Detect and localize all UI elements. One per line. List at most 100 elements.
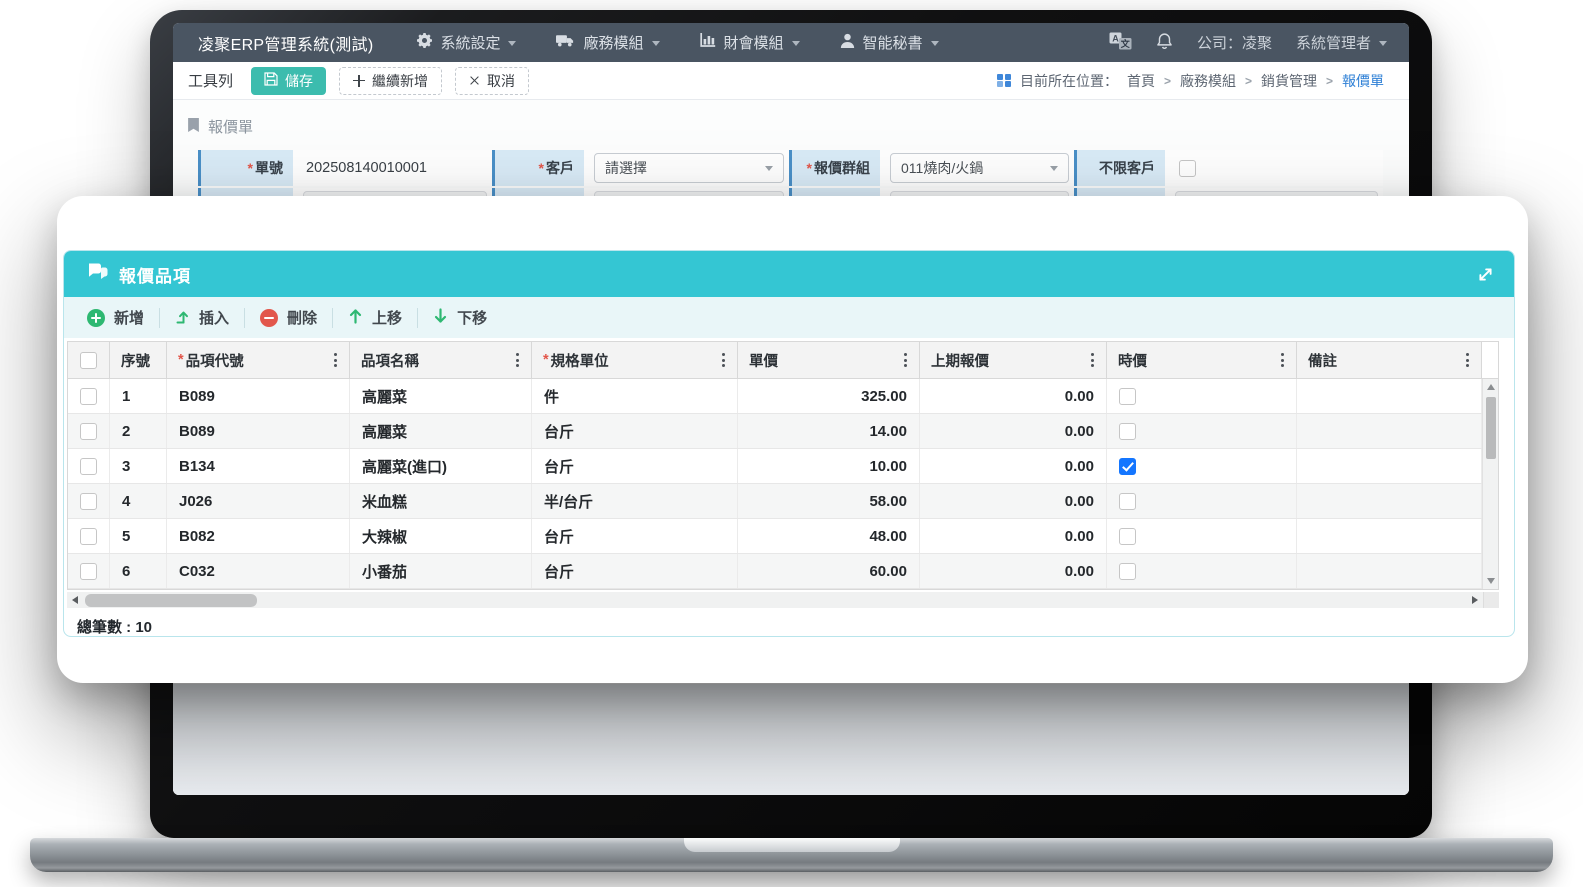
cell-note[interactable]	[1297, 519, 1482, 553]
delete-row-button[interactable]: 刪除	[245, 297, 332, 338]
cell-price[interactable]: 58.00	[738, 484, 920, 518]
unlimited-customer-checkbox[interactable]	[1179, 160, 1196, 177]
cell-price[interactable]: 48.00	[738, 519, 920, 553]
scroll-down-icon[interactable]	[1487, 578, 1495, 584]
cell-code[interactable]: J026	[167, 484, 350, 518]
cell-name[interactable]: 高麗菜	[350, 414, 532, 448]
empty-content-area	[173, 684, 1409, 795]
cancel-button[interactable]: 取消	[455, 67, 529, 95]
menu-smart-secretary[interactable]: 智能秘書	[840, 32, 939, 53]
unlimited-customer-label: 不限客戶	[1077, 150, 1165, 186]
cell-price[interactable]: 60.00	[738, 554, 920, 588]
cell-check	[68, 554, 110, 588]
insert-icon	[175, 308, 190, 328]
column-menu-icon[interactable]	[721, 351, 726, 369]
minus-circle-icon	[260, 309, 278, 327]
cell-name[interactable]: 小番茄	[350, 554, 532, 588]
horizontal-scrollbar[interactable]	[67, 592, 1499, 608]
cell-name[interactable]: 高麗菜(進口)	[350, 449, 532, 483]
continue-add-button[interactable]: 繼續新增	[339, 67, 442, 95]
quotation-items-panel: 報價品項 新增 插入 刪除	[63, 250, 1515, 637]
cell-name[interactable]: 米血糕	[350, 484, 532, 518]
select-all-checkbox[interactable]	[80, 352, 97, 369]
horizontal-scrollbar-thumb[interactable]	[85, 594, 257, 607]
cell-note[interactable]	[1297, 379, 1482, 413]
cell-unit[interactable]: 台斤	[532, 414, 738, 448]
market-price-checkbox[interactable]	[1119, 493, 1136, 510]
cell-note[interactable]	[1297, 554, 1482, 588]
horizontal-scrollbar-track[interactable]	[83, 592, 1467, 608]
cell-price[interactable]: 325.00	[738, 379, 920, 413]
scroll-right-button[interactable]	[1467, 592, 1483, 608]
cell-unit[interactable]: 台斤	[532, 449, 738, 483]
vertical-scrollbar[interactable]	[1482, 379, 1498, 589]
market-price-checkbox[interactable]	[1119, 563, 1136, 580]
cell-unit[interactable]: 件	[532, 379, 738, 413]
insert-row-button[interactable]: 插入	[160, 297, 244, 338]
save-button[interactable]: 儲存	[251, 67, 326, 95]
breadcrumb-home[interactable]: 首頁	[1127, 71, 1155, 91]
market-price-checkbox[interactable]	[1119, 458, 1136, 475]
row-select-checkbox[interactable]	[80, 423, 97, 440]
column-menu-icon[interactable]	[333, 351, 338, 369]
cell-name[interactable]: 大辣椒	[350, 519, 532, 553]
insert-label: 插入	[199, 307, 229, 328]
cell-code[interactable]: B089	[167, 379, 350, 413]
cell-unit[interactable]: 台斤	[532, 519, 738, 553]
quote-group-select[interactable]: 011燒肉/火鍋	[890, 153, 1069, 183]
move-down-button[interactable]: 下移	[418, 297, 502, 338]
cell-unit[interactable]: 半/台斤	[532, 484, 738, 518]
cell-unit[interactable]: 台斤	[532, 554, 738, 588]
row-select-checkbox[interactable]	[80, 458, 97, 475]
cell-code[interactable]: C032	[167, 554, 350, 588]
row-select-checkbox[interactable]	[80, 528, 97, 545]
cell-market	[1107, 449, 1297, 483]
scroll-left-button[interactable]	[67, 592, 83, 608]
column-menu-icon[interactable]	[1280, 351, 1285, 369]
cell-note[interactable]	[1297, 449, 1482, 483]
row-select-checkbox[interactable]	[80, 563, 97, 580]
add-row-button[interactable]: 新增	[72, 297, 159, 338]
breadcrumb-quotation[interactable]: 報價單	[1342, 71, 1384, 91]
cell-prev[interactable]: 0.00	[920, 414, 1107, 448]
cell-name[interactable]: 高麗菜	[350, 379, 532, 413]
column-menu-icon[interactable]	[1465, 351, 1470, 369]
menu-factory-module[interactable]: 廠務模組	[556, 32, 659, 53]
cell-code[interactable]: B134	[167, 449, 350, 483]
breadcrumb-factory-module[interactable]: 廠務模組	[1180, 71, 1236, 91]
cell-price[interactable]: 10.00	[738, 449, 920, 483]
cell-code[interactable]: B089	[167, 414, 350, 448]
market-price-checkbox[interactable]	[1119, 528, 1136, 545]
move-up-button[interactable]: 上移	[333, 297, 417, 338]
cell-note[interactable]	[1297, 484, 1482, 518]
user-menu[interactable]: 系統管理者	[1296, 32, 1387, 53]
menu-system-settings[interactable]: 系統設定	[417, 32, 516, 53]
cell-note[interactable]	[1297, 414, 1482, 448]
column-menu-icon[interactable]	[903, 351, 908, 369]
market-price-checkbox[interactable]	[1119, 423, 1136, 440]
expand-icon[interactable]	[1477, 266, 1494, 283]
cell-prev[interactable]: 0.00	[920, 484, 1107, 518]
arrow-up-icon	[348, 308, 363, 328]
translate-icon[interactable]: A文	[1109, 32, 1132, 54]
cell-prev[interactable]: 0.00	[920, 379, 1107, 413]
cell-prev[interactable]: 0.00	[920, 554, 1107, 588]
cell-price[interactable]: 14.00	[738, 414, 920, 448]
cell-prev[interactable]: 0.00	[920, 519, 1107, 553]
bell-icon[interactable]	[1156, 32, 1173, 54]
customer-select[interactable]: 請選擇	[594, 153, 784, 183]
menu-finance-module[interactable]: 財會模組	[700, 32, 800, 53]
breadcrumb-sales-management[interactable]: 銷貨管理	[1261, 71, 1317, 91]
column-menu-icon[interactable]	[515, 351, 520, 369]
row-select-checkbox[interactable]	[80, 493, 97, 510]
move-up-label: 上移	[372, 307, 402, 328]
row-select-checkbox[interactable]	[80, 388, 97, 405]
market-price-checkbox[interactable]	[1119, 388, 1136, 405]
vertical-scrollbar-thumb[interactable]	[1486, 397, 1496, 459]
continue-add-label: 繼續新增	[372, 71, 428, 91]
column-menu-icon[interactable]	[1090, 351, 1095, 369]
cell-code[interactable]: B082	[167, 519, 350, 553]
scroll-up-icon[interactable]	[1487, 384, 1495, 390]
chat-bubbles-icon	[86, 263, 108, 285]
cell-prev[interactable]: 0.00	[920, 449, 1107, 483]
